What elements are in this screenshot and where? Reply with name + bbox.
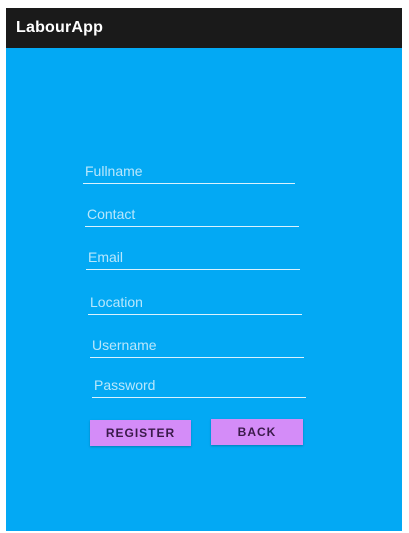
fullname-field[interactable]: [83, 161, 295, 184]
location-field[interactable]: [88, 292, 302, 315]
contact-field[interactable]: [85, 204, 299, 227]
fullname-input[interactable]: [83, 161, 295, 181]
email-field[interactable]: [86, 247, 300, 270]
location-input[interactable]: [88, 292, 302, 312]
password-input[interactable]: [92, 375, 306, 395]
contact-input[interactable]: [85, 204, 299, 224]
username-input[interactable]: [90, 335, 304, 355]
password-field[interactable]: [92, 375, 306, 398]
app-title: LabourApp: [16, 19, 104, 36]
app-bar: LabourApp: [6, 8, 402, 48]
email-input[interactable]: [86, 247, 300, 267]
register-button[interactable]: REGISTER: [90, 420, 191, 446]
back-button[interactable]: BACK: [211, 419, 303, 445]
username-field[interactable]: [90, 335, 304, 358]
app-screen: LabourApp REGISTER BACK: [6, 8, 402, 531]
